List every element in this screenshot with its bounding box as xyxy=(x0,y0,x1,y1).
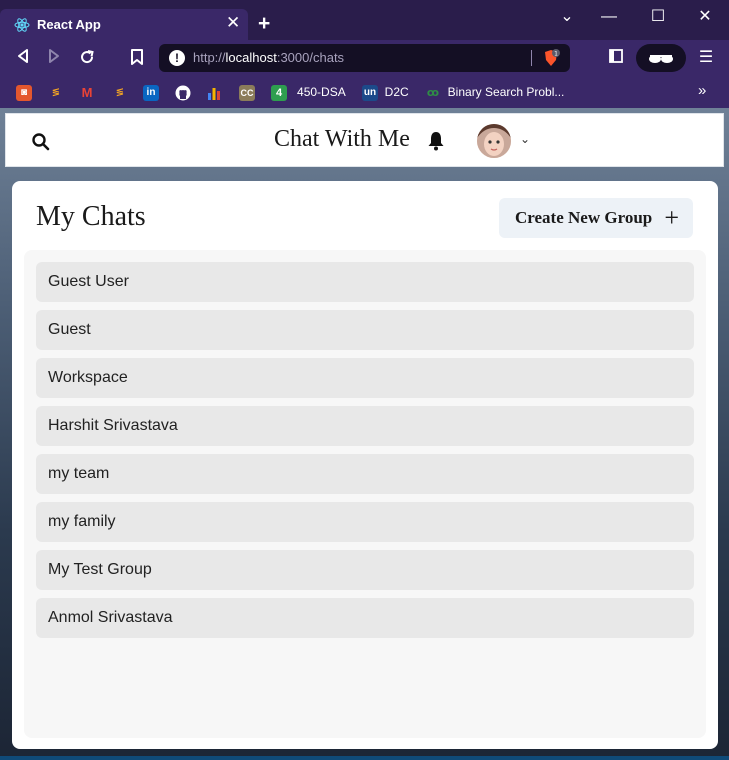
create-group-label: Create New Group xyxy=(515,208,653,227)
gfg-icon: ꝏ xyxy=(426,86,440,99)
chat-item[interactable]: Workspace xyxy=(36,358,694,398)
chat-item[interactable]: Harshit Srivastava xyxy=(36,406,694,446)
brave-shields-icon[interactable]: 1 xyxy=(542,49,560,67)
maximize-button[interactable]: ☐ xyxy=(641,6,675,28)
more-bookmarks-icon[interactable]: » xyxy=(698,82,706,99)
bookmarks-bar: ◙ ≶ M ≶ in CC 4 450-DSA un D2C ꝏ Binary … xyxy=(0,76,729,108)
bookmark-label: Binary Search Probl... xyxy=(447,85,565,99)
reload-icon[interactable] xyxy=(77,48,97,68)
bookmark-item[interactable]: ≶ xyxy=(48,83,64,101)
browser-titlebar: React App ✕ + ⌄ — ☐ ✕ xyxy=(0,0,729,40)
cc-icon: CC xyxy=(239,84,255,101)
code-bookmark-icon: ≶ xyxy=(51,86,61,98)
code-bookmark-icon-2: ≶ xyxy=(115,86,125,98)
bookmark-450-dsa[interactable]: 4 450-DSA xyxy=(271,83,346,101)
search-icon[interactable] xyxy=(30,131,52,153)
tab-title: React App xyxy=(37,17,101,32)
chevron-down-icon[interactable]: ⌄ xyxy=(520,132,530,146)
site-info-icon[interactable]: ! xyxy=(169,50,185,66)
chat-item[interactable]: my team xyxy=(36,454,694,494)
app-title: Chat With Me xyxy=(274,126,410,152)
red-bookmark-icon: ◙ xyxy=(16,84,32,101)
linkedin-icon: in xyxy=(143,84,159,101)
gmail-icon: M xyxy=(81,84,93,100)
tab-search-icon[interactable]: ⌄ xyxy=(550,6,584,28)
create-new-group-button[interactable]: Create New Group + xyxy=(499,198,693,238)
url-separator xyxy=(531,50,532,66)
taskbar-edge xyxy=(0,756,729,760)
github-icon xyxy=(175,85,191,101)
chat-list: Guest User Guest Workspace Harshit Sriva… xyxy=(24,250,706,738)
page-title: My Chats xyxy=(36,201,146,232)
bookmark-binary-search[interactable]: ꝏ Binary Search Probl... xyxy=(425,83,564,101)
bookmark-item[interactable]: in xyxy=(143,83,159,101)
bookmark-page-icon[interactable] xyxy=(127,48,147,68)
bookmark-item[interactable]: CC xyxy=(239,83,255,101)
bookmark-item[interactable] xyxy=(175,83,191,101)
sidebar-toggle-icon[interactable] xyxy=(606,48,626,68)
url-text[interactable]: http://localhost:3000/chats xyxy=(193,50,344,65)
chat-item[interactable]: Guest User xyxy=(36,262,694,302)
notification-bell-icon[interactable] xyxy=(425,130,447,152)
minimize-button[interactable]: — xyxy=(592,6,626,28)
bookmark-label: D2C xyxy=(384,85,409,99)
address-bar[interactable]: ! http://localhost:3000/chats 1 xyxy=(159,44,570,72)
browser-toolbar: ! http://localhost:3000/chats 1 ☰ xyxy=(0,40,729,76)
back-icon[interactable] xyxy=(13,48,33,68)
svg-text:1: 1 xyxy=(554,51,558,58)
bookmark-item[interactable]: ≶ xyxy=(112,83,128,101)
react-icon xyxy=(14,18,30,32)
new-tab-button[interactable]: + xyxy=(258,13,270,34)
four-icon: 4 xyxy=(271,84,287,101)
unstop-icon: un xyxy=(362,84,378,101)
bookmark-d2c[interactable]: un D2C xyxy=(362,83,409,101)
forward-icon[interactable] xyxy=(44,48,64,68)
app-header: Chat With Me ⌄ xyxy=(5,113,724,167)
avatar[interactable] xyxy=(477,124,511,158)
bookmark-item[interactable] xyxy=(206,83,222,101)
bookmark-item[interactable]: ◙ xyxy=(16,83,32,101)
page-viewport: Chat With Me ⌄ My Chats Create New Group… xyxy=(0,108,729,760)
chart-bookmark-icon xyxy=(208,87,220,100)
chat-item[interactable]: Anmol Srivastava xyxy=(36,598,694,638)
my-chats-panel: My Chats Create New Group + Guest User G… xyxy=(12,181,718,749)
plus-icon: + xyxy=(664,203,679,232)
close-window-button[interactable]: ✕ xyxy=(688,6,722,28)
browser-tab-react-app[interactable]: React App ✕ xyxy=(0,9,248,40)
chat-item[interactable]: Guest xyxy=(36,310,694,350)
tab-close-icon[interactable]: ✕ xyxy=(226,14,240,31)
chat-item[interactable]: my family xyxy=(36,502,694,542)
bookmark-label: 450-DSA xyxy=(297,85,346,99)
private-glasses-icon[interactable] xyxy=(636,44,686,72)
bookmark-item[interactable]: M xyxy=(79,83,95,101)
menu-icon[interactable]: ☰ xyxy=(696,48,716,68)
chat-item[interactable]: My Test Group xyxy=(36,550,694,590)
